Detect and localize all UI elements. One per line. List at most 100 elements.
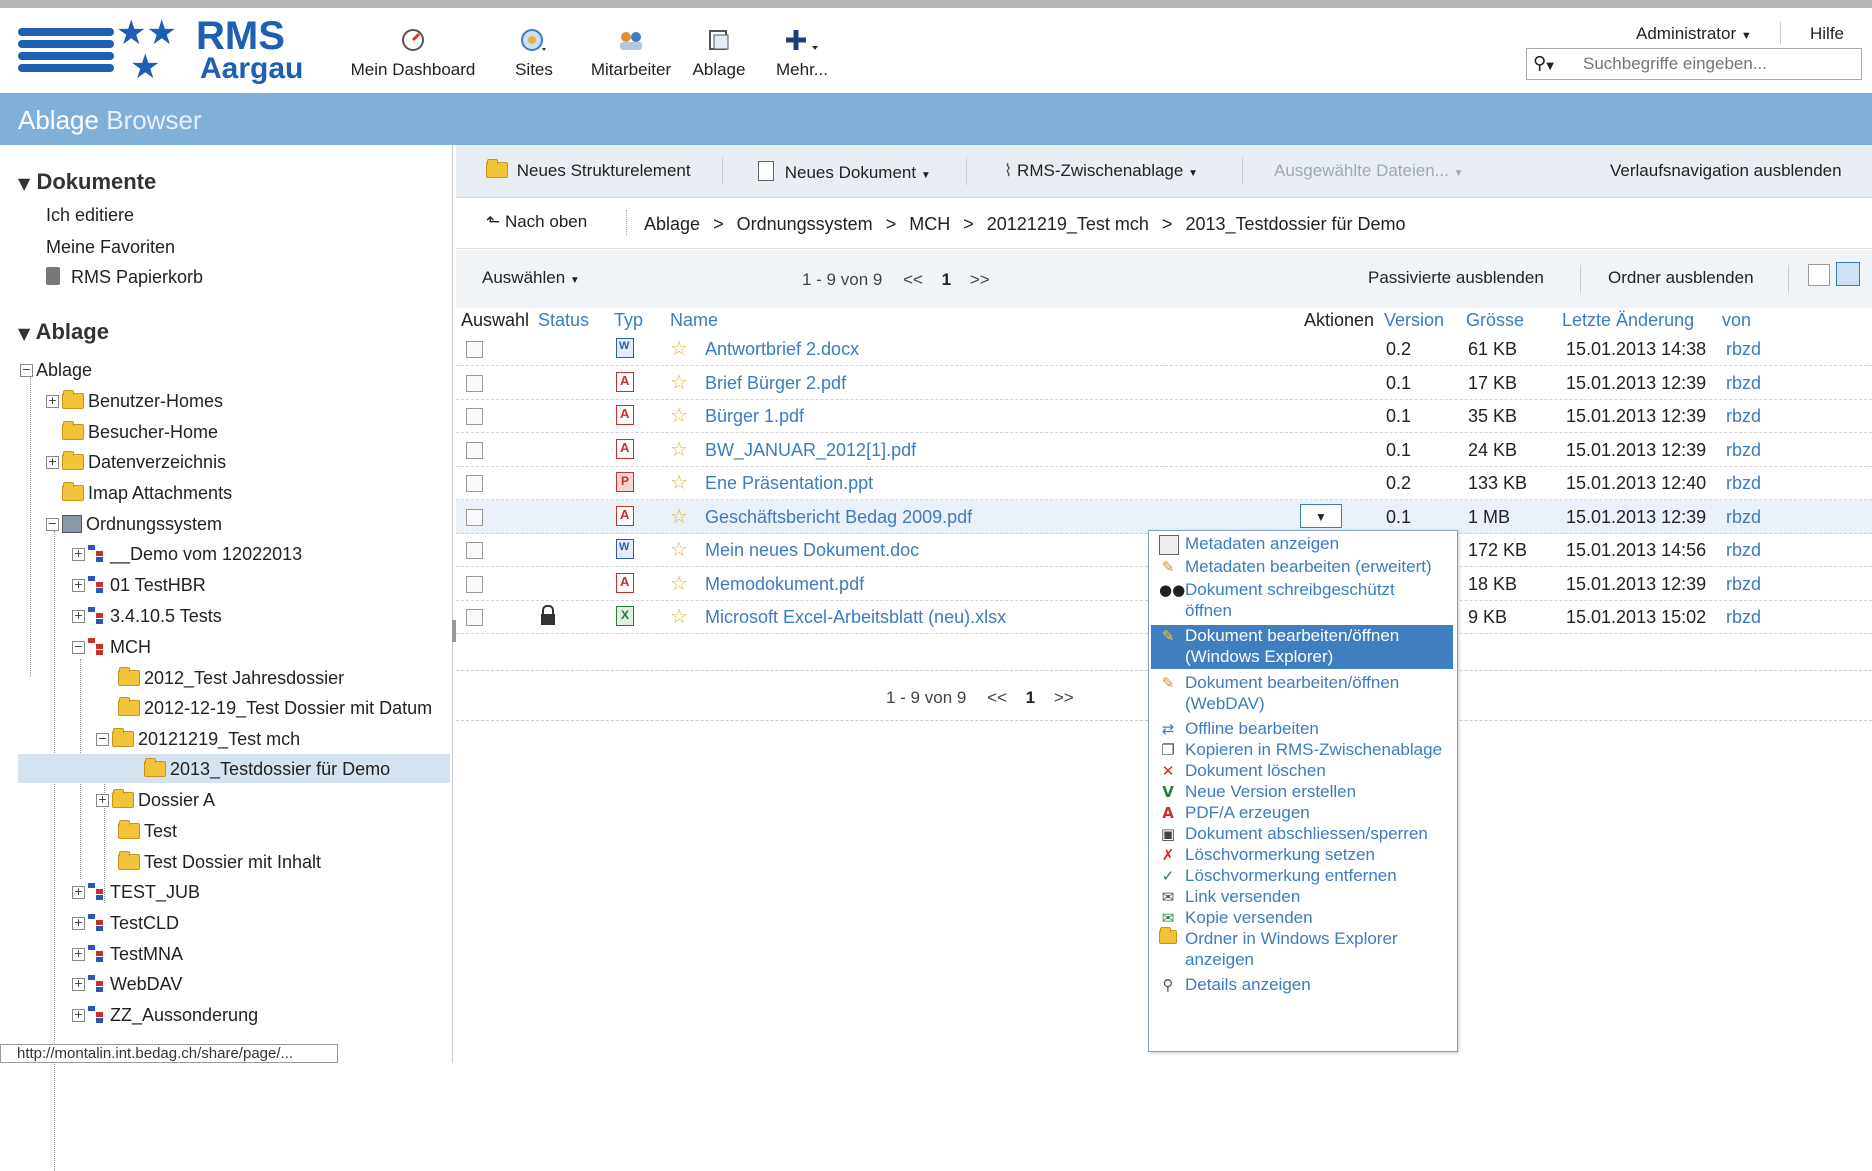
actions-dropdown-button[interactable]: ▼ (1300, 504, 1342, 528)
tree-node-tests[interactable]: + 3.4.10.5 Tests (72, 603, 222, 629)
row-checkbox[interactable] (466, 341, 483, 358)
col-typ[interactable]: Typ (614, 310, 643, 331)
breadcrumb-item[interactable]: 2013_Testdossier für Demo (1185, 214, 1405, 234)
expand-icon[interactable]: + (46, 455, 59, 469)
menu-item-details[interactable]: ⚲ Details anzeigen (1151, 974, 1453, 996)
menu-item-copy-clipboard[interactable]: ❐ Kopieren in RMS-Zwischenablage (1151, 739, 1453, 761)
link-ich-editiere[interactable]: Ich editiere (46, 205, 134, 226)
file-name[interactable]: Antwortbrief 2.docx (705, 339, 859, 360)
tree-node-ordnungssystem[interactable]: − Ordnungssystem (46, 511, 222, 537)
collapse-icon[interactable]: − (72, 640, 85, 654)
menu-item-send-link[interactable]: ✉ Link versenden (1151, 886, 1453, 908)
expand-icon[interactable]: + (72, 885, 85, 899)
tree-node-testcld[interactable]: + TestCLD (72, 910, 179, 936)
menu-item-mark-delete[interactable]: ✗ Löschvormerkung setzen (1151, 844, 1453, 866)
expand-icon[interactable]: + (72, 947, 85, 961)
search-box[interactable]: ⚲▼ (1526, 48, 1862, 80)
menu-item-new-version[interactable]: V Neue Version erstellen (1151, 781, 1453, 803)
menu-item-open-readonly[interactable]: ●● Dokument schreibgeschützt öffnen (1151, 579, 1453, 623)
table-row[interactable]: ☆ Ene Präsentation.ppt 0.2 133 KB 15.01.… (456, 466, 1872, 500)
expand-icon[interactable]: + (46, 394, 59, 408)
tree-node-dossier-a[interactable]: + Dossier A (96, 787, 215, 813)
file-name[interactable]: Bürger 1.pdf (705, 406, 804, 427)
detail-view-icon[interactable] (1836, 262, 1860, 286)
nav-repository[interactable]: Ablage (690, 28, 748, 80)
table-row[interactable]: ☆ Brief Bürger 2.pdf 0.1 17 KB 15.01.201… (456, 366, 1872, 400)
file-name[interactable]: Geschäftsbericht Bedag 2009.pdf (705, 507, 972, 528)
file-owner[interactable]: rbzd (1726, 507, 1761, 528)
menu-item-metadata-show[interactable]: Metadaten anzeigen (1151, 533, 1453, 555)
tree-node-2012-jahresdossier[interactable]: 2012_Test Jahresdossier (118, 665, 344, 691)
new-document-button[interactable]: Neues Dokument ▼ (758, 161, 931, 183)
menu-item-pdfa[interactable]: A PDF/A erzeugen (1151, 802, 1453, 824)
link-meine-favoriten[interactable]: Meine Favoriten (46, 237, 175, 258)
collapse-icon[interactable]: − (96, 732, 109, 746)
row-checkbox[interactable] (466, 542, 483, 559)
col-version[interactable]: Version (1384, 310, 1444, 331)
up-button[interactable]: ⬑ Nach oben (486, 212, 587, 232)
tree-node-testmna[interactable]: + TestMNA (72, 941, 183, 967)
col-name[interactable]: Name (670, 310, 718, 331)
user-menu[interactable]: Administrator ▼ (1636, 24, 1752, 44)
menu-item-lock[interactable]: ▣ Dokument abschliessen/sperren (1151, 823, 1453, 845)
menu-item-send-copy[interactable]: ✉ Kopie versenden (1151, 907, 1453, 929)
collapse-icon[interactable]: − (46, 517, 59, 531)
tree-node-ablage[interactable]: − Ablage (20, 357, 92, 383)
tree-node-benutzer-homes[interactable]: + Benutzer-Homes (46, 388, 223, 414)
help-link[interactable]: Hilfe (1810, 24, 1844, 44)
file-name[interactable]: Memodokument.pdf (705, 574, 864, 595)
logo[interactable]: ★★ ★ RMS Aargau (16, 14, 316, 86)
expand-icon[interactable]: + (72, 547, 85, 561)
file-name[interactable]: Mein neues Dokument.doc (705, 540, 919, 561)
tree-node-imap-attachments[interactable]: Imap Attachments (62, 480, 232, 506)
row-checkbox[interactable] (466, 408, 483, 425)
menu-item-edit-windows-explorer[interactable]: ✎ Dokument bearbeiten/öffnen (Windows Ex… (1151, 625, 1453, 669)
file-owner[interactable]: rbzd (1726, 473, 1761, 494)
menu-item-show-in-explorer[interactable]: Ordner in Windows Explorer anzeigen (1151, 927, 1453, 972)
nav-sites[interactable]: Sites (508, 28, 560, 80)
menu-item-unmark-delete[interactable]: ✓ Löschvormerkung entfernen (1151, 865, 1453, 887)
file-name[interactable]: BW_JANUAR_2012[1].pdf (705, 440, 916, 461)
star-icon[interactable]: ☆ (670, 604, 688, 628)
file-owner[interactable]: rbzd (1726, 607, 1761, 628)
menu-item-delete[interactable]: ✕ Dokument löschen (1151, 760, 1453, 782)
next-page-button[interactable]: >> (970, 270, 990, 289)
search-icon[interactable]: ⚲▼ (1533, 53, 1554, 74)
menu-item-offline-edit[interactable]: ⇄ Offline bearbeiten (1151, 718, 1453, 740)
nav-more[interactable]: Mehr... (772, 28, 832, 80)
tree-node-test[interactable]: Test (118, 818, 177, 844)
expand-icon[interactable]: + (72, 578, 85, 592)
search-input[interactable] (1581, 51, 1855, 77)
row-checkbox[interactable] (466, 375, 483, 392)
col-groesse[interactable]: Grösse (1466, 310, 1524, 331)
file-name[interactable]: Ene Präsentation.ppt (705, 473, 873, 494)
col-letzte-aenderung[interactable]: Letzte Änderung (1562, 310, 1694, 331)
row-checkbox[interactable] (466, 609, 483, 626)
row-checkbox[interactable] (466, 475, 483, 492)
select-menu[interactable]: Auswählen ▼ (482, 268, 580, 288)
row-checkbox[interactable] (466, 442, 483, 459)
hide-folders-button[interactable]: Ordner ausblenden (1608, 268, 1754, 288)
table-row[interactable]: ☆ BW_JANUAR_2012[1].pdf 0.1 24 KB 15.01.… (456, 433, 1872, 467)
breadcrumb-item[interactable]: Ordnungssystem (737, 214, 873, 234)
menu-item-edit-webdav[interactable]: ✎ Dokument bearbeiten/öffnen (WebDAV) (1151, 672, 1453, 716)
tree-node-test-dossier-inhalt[interactable]: Test Dossier mit Inhalt (118, 849, 321, 875)
prev-page-button[interactable]: << (987, 688, 1007, 707)
col-von[interactable]: von (1722, 310, 1751, 331)
expand-icon[interactable]: + (72, 977, 85, 991)
table-row[interactable]: ☆ Geschäftsbericht Bedag 2009.pdf ▼ 0.1 … (456, 500, 1872, 534)
tree-node-demo[interactable]: + __Demo vom 12022013 (72, 541, 302, 567)
expand-icon[interactable]: + (72, 609, 85, 623)
breadcrumb-item[interactable]: Ablage (644, 214, 700, 234)
file-owner[interactable]: rbzd (1726, 406, 1761, 427)
col-status[interactable]: Status (538, 310, 589, 331)
star-icon[interactable]: ☆ (670, 470, 688, 494)
hide-nav-button[interactable]: Verlaufsnavigation ausblenden (1610, 161, 1842, 181)
list-view-icon[interactable] (1808, 264, 1830, 286)
tree-node-webdav[interactable]: + WebDAV (72, 971, 182, 997)
star-icon[interactable]: ☆ (670, 403, 688, 427)
clipboard-button[interactable]: ⌇ RMS-Zwischenablage ▼ (1004, 161, 1198, 181)
hide-passive-button[interactable]: Passivierte ausblenden (1368, 268, 1544, 288)
next-page-button[interactable]: >> (1054, 688, 1074, 707)
row-checkbox[interactable] (466, 576, 483, 593)
